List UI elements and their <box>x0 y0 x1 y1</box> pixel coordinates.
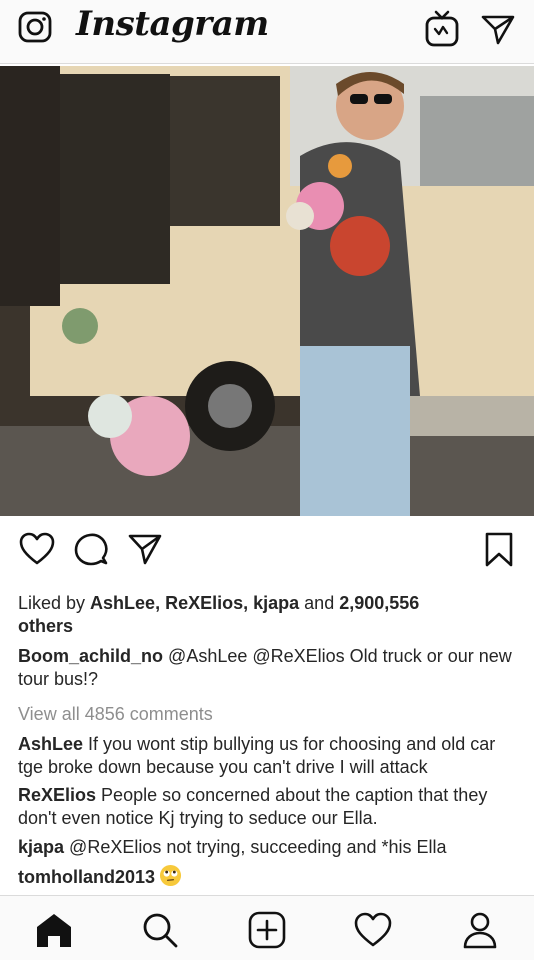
share-icon[interactable] <box>126 530 164 568</box>
like-icon[interactable] <box>18 530 56 568</box>
view-all-comments-link[interactable]: View all 4856 comments <box>18 703 523 726</box>
new-post-icon[interactable] <box>247 910 287 950</box>
igtv-icon[interactable] <box>424 10 460 48</box>
search-icon[interactable] <box>140 910 180 950</box>
caption-username[interactable]: Boom_achild_no <box>18 646 163 666</box>
bottom-nav <box>0 895 534 960</box>
bookmark-icon[interactable] <box>480 530 518 568</box>
likes-summary: Liked by AshLee, ReXElios, kjapa and 2,9… <box>18 592 523 638</box>
comment-username[interactable]: kjapa <box>18 837 64 857</box>
likes-separator: , <box>243 593 254 613</box>
comment: tomholland2013 <box>18 864 523 889</box>
comment: ReXElios People so concerned about the c… <box>18 784 523 830</box>
likes-count[interactable]: 2,900,556 <box>339 593 419 613</box>
comment-text: If you wont stip bullying us for choosin… <box>18 734 496 777</box>
top-bar: Instagram <box>0 0 534 64</box>
comment: AshLee If you wont stip bullying us for … <box>18 733 523 779</box>
liked-by-user[interactable]: kjapa <box>253 593 299 613</box>
comment-icon[interactable] <box>72 530 110 568</box>
profile-icon[interactable] <box>460 910 500 950</box>
liked-by-user[interactable]: ReXElios <box>165 593 243 613</box>
post-photo-illustration <box>0 66 534 516</box>
post-actions <box>0 530 534 574</box>
likes-others[interactable]: others <box>18 616 73 636</box>
direct-message-icon[interactable] <box>480 12 516 46</box>
liked-by-user[interactable]: AshLee <box>90 593 155 613</box>
likes-separator: , <box>155 593 166 613</box>
app-logo: Instagram <box>76 4 269 44</box>
post-photo[interactable] <box>0 66 534 516</box>
likes-and: and <box>299 593 340 613</box>
comment-username[interactable]: ReXElios <box>18 785 96 805</box>
home-icon[interactable] <box>34 910 74 950</box>
comment: kjapa @ReXElios not trying, succeeding a… <box>18 836 523 859</box>
comment-username[interactable]: AshLee <box>18 734 83 754</box>
camera-icon[interactable] <box>18 10 52 44</box>
comment-text: @ReXElios not trying, succeeding and *hi… <box>69 837 447 857</box>
likes-prefix: Liked by <box>18 593 91 613</box>
activity-heart-icon[interactable] <box>353 910 393 950</box>
post-caption: Boom_achild_no @AshLee @ReXElios Old tru… <box>18 645 523 691</box>
comment-username[interactable]: tomholland2013 <box>18 867 155 887</box>
face-with-rolling-eyes-icon <box>159 864 182 887</box>
